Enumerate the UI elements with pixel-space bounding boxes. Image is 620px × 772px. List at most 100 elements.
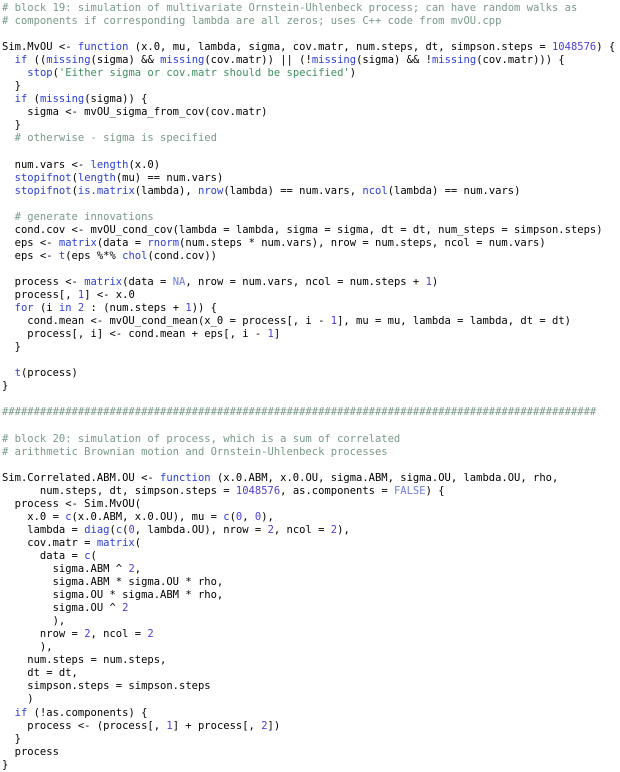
code-line: cond.mean <- mvOU_cond_mean(x_0 = proces…: [2, 315, 620, 328]
code-token-fn: missing: [39, 93, 85, 106]
code-line: sigma <- mvOU_sigma_from_cov(cov.matr): [2, 106, 620, 119]
code-token-fn: length: [90, 158, 129, 171]
code-token-pl: (eps: [65, 249, 97, 262]
code-token-pl: ),: [2, 615, 66, 628]
code-token-pl: sigma.ABM * sigma.OU * rho,: [2, 576, 224, 589]
code-line: eps <- t(eps %*% chol(cond.cov)): [2, 250, 620, 263]
code-token-pl: (process): [20, 367, 78, 380]
code-token-cmt: # components if corresponding lambda are…: [2, 15, 502, 28]
code-line: }: [2, 733, 620, 746]
code-token-pl: sigma <- mvOU_sigma_from_cov(cov.matr): [2, 106, 268, 119]
code-line: ),: [2, 641, 620, 654]
code-token-pl: (lambda) == num.vars): [387, 184, 521, 197]
code-token-pl: process <-: [2, 275, 85, 288]
code-token-op: %*%: [96, 249, 116, 262]
code-token-pl: (lambda) == num.vars,: [223, 184, 363, 197]
code-token-fn: rnorm: [147, 236, 180, 249]
code-token-pl: ], mu = mu, lambda = lambda, dt = dt): [337, 315, 571, 328]
code-token-pl: (: [27, 93, 40, 106]
code-line: Sim.MvOU <- function (x.0, mu, lambda, s…: [2, 41, 620, 54]
code-token-pl: (data =: [96, 236, 148, 249]
code-line: ),: [2, 615, 620, 628]
code-line: # generate innovations: [2, 211, 620, 224]
code-token-pl: (num.steps * num.vars), nrow = num.steps…: [179, 236, 546, 249]
code-line: process[, i] <- cond.mean + eps[, i - 1]: [2, 328, 620, 341]
code-line: num.steps, dt, simpson.steps = 1048576, …: [2, 485, 620, 498]
code-token-pl: (lambda),: [134, 184, 199, 197]
code-line: # components if corresponding lambda are…: [2, 15, 620, 28]
code-listing[interactable]: # block 19: simulation of multivariate O…: [0, 0, 620, 772]
code-line: }: [2, 119, 620, 132]
code-token-pl: simpson.steps = simpson.steps: [2, 680, 211, 693]
code-token-pl: }: [2, 758, 9, 771]
code-line: data = c(: [2, 550, 620, 563]
code-token-pl: (: [90, 549, 97, 562]
code-token-pl: lambda =: [2, 523, 85, 536]
code-token-pl: num.vars <-: [2, 158, 91, 171]
code-token-fn: matrix: [96, 536, 135, 549]
code-token-fn: missing: [160, 54, 205, 67]
code-token-pl: process <- Sim.MvOU(: [2, 497, 142, 510]
code-token-cmt: # block 20: simulation of process, which…: [2, 432, 401, 445]
code-token-str: 'Either sigma or cov.matr should be spec…: [58, 67, 350, 80]
code-token-pl: ),: [261, 510, 274, 523]
code-token-pl: nrow =: [2, 628, 85, 641]
code-token-pl: (cond.cov)): [147, 249, 217, 262]
code-line: lambda = diag(c(0, lambda.OU), nrow = 2,…: [2, 524, 620, 537]
code-token-pl: ] <- x.0: [84, 289, 135, 302]
code-token-pl: : (num.steps +: [84, 302, 186, 315]
code-line: num.vars <- length(x.0): [2, 159, 620, 172]
code-line: process[, 1] <- x.0: [2, 289, 620, 302]
code-line: process <- matrix(data = NA, nrow = num.…: [2, 276, 620, 289]
code-token-pl: ,: [242, 510, 255, 523]
code-token-pl: process[,: [2, 289, 78, 302]
code-token-fn: missing: [311, 54, 357, 67]
code-token-fn: missing: [431, 54, 477, 67]
code-token-pl: ((: [27, 54, 47, 67]
code-token-pl: Sim.MvOU <-: [2, 41, 78, 54]
code-line: process <- Sim.MvOU(: [2, 498, 620, 511]
code-token-num: 2: [122, 602, 129, 615]
code-token-pl: ]): [267, 719, 281, 732]
code-token-pl: process[, i] <- cond.mean + eps[, i -: [2, 328, 268, 341]
code-line: stopifnot(is.matrix(lambda), nrow(lambda…: [2, 185, 620, 198]
code-line: # otherwise - sigma is specified: [2, 132, 620, 145]
code-line: ): [2, 693, 620, 706]
code-token-pl: ): [2, 693, 34, 706]
code-token-kw: function: [77, 41, 129, 54]
code-token-pl: (!as.components) {: [27, 706, 148, 719]
code-token-pl: ]: [273, 328, 281, 341]
code-token-pl: ) {: [596, 41, 616, 54]
code-token-pl: num.steps, dt, simpson.steps =: [2, 484, 236, 497]
code-token-pl: ] + process[,: [172, 719, 262, 732]
code-token-pl: (i: [33, 302, 59, 315]
code-token-pl: sigma.OU * sigma.ABM * rho,: [2, 589, 224, 602]
code-line: ########################################…: [2, 406, 620, 419]
code-token-pl: sigma.OU ^: [2, 602, 123, 615]
code-line: if (!as.components) {: [2, 707, 620, 720]
code-token-cmt: # generate innovations: [2, 210, 154, 223]
code-token-fn: chol: [122, 249, 148, 262]
code-token-pl: cond.mean <- mvOU_cond_mean(x_0 = proces…: [2, 315, 331, 328]
code-token-pl: }: [2, 732, 21, 745]
code-token-pl: , lambda.OU), nrow =: [134, 523, 268, 536]
code-token-pl: (sigma) &&: [90, 54, 161, 67]
code-line: # block 20: simulation of process, which…: [2, 433, 620, 446]
code-token-pl: process: [2, 745, 59, 758]
code-line: sigma.ABM ^ 2,: [2, 563, 620, 576]
code-line: # arithmetic Brownian motion and Ornstei…: [2, 446, 620, 459]
code-token-pl: (sigma)) {: [84, 93, 148, 106]
code-line: t(process): [2, 367, 620, 380]
code-token-pl: (x.0, mu, lambda, sigma, cov.matr, num.s…: [128, 41, 552, 54]
code-token-cmt: # otherwise - sigma is specified: [2, 132, 217, 145]
code-token-fn: missing: [46, 54, 91, 67]
